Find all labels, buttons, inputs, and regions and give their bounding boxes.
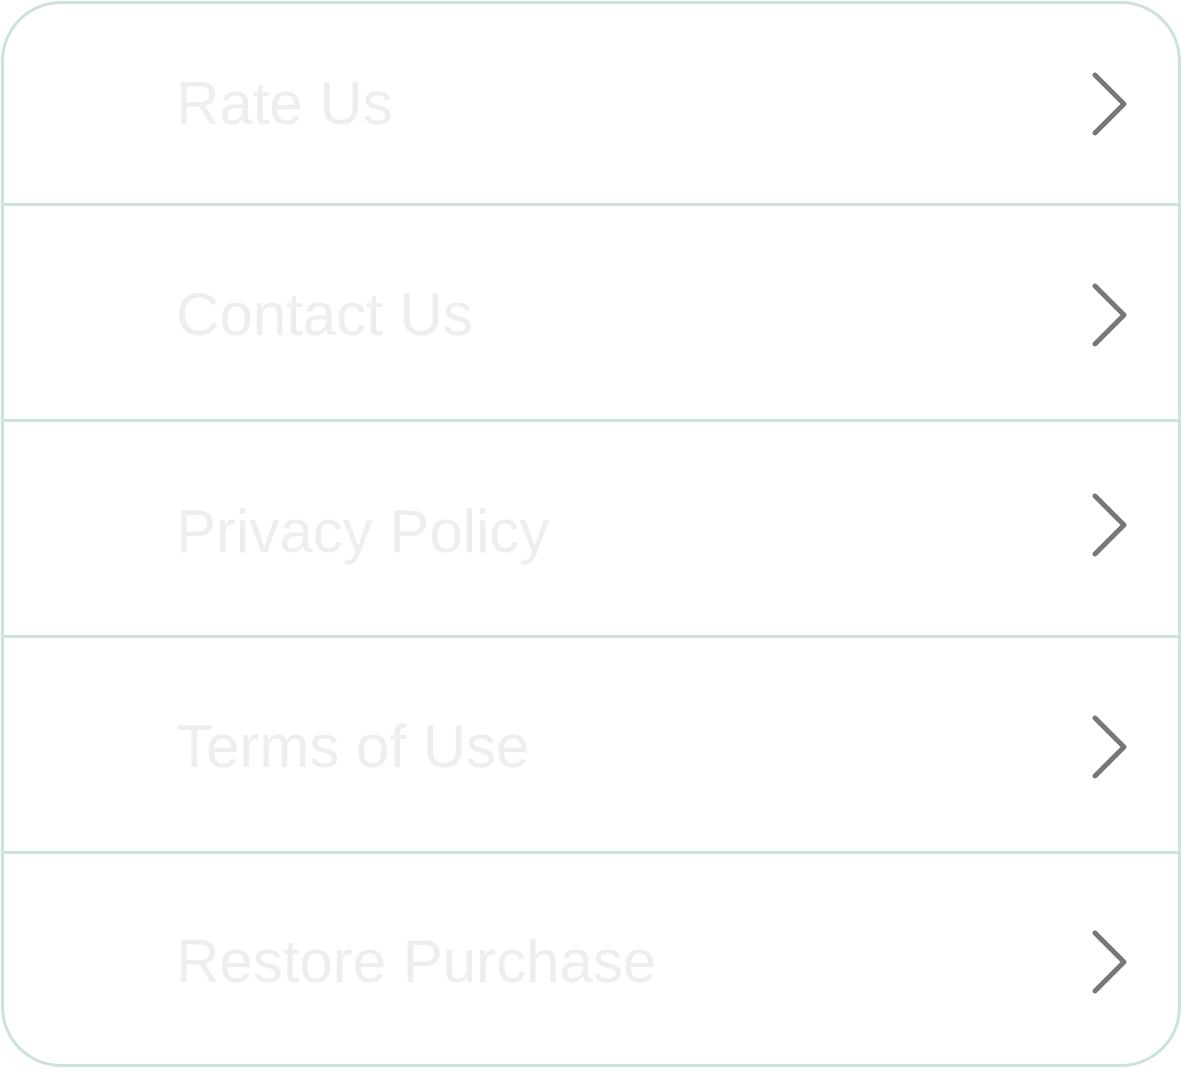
list-item-privacy-policy[interactable]: Privacy Policy — [4, 422, 1178, 636]
chevron-right-icon — [1090, 930, 1130, 994]
list-item-label: Privacy Policy — [176, 498, 550, 565]
chevron-right-icon — [1090, 715, 1130, 779]
chevron-right-icon — [1090, 283, 1130, 347]
list-item-label: Terms of Use — [176, 713, 530, 780]
settings-list: Rate Us Contact Us Privacy Policy Terms … — [1, 1, 1181, 1067]
list-item-restore-purchase[interactable]: Restore Purchase — [4, 854, 1178, 1064]
list-item-terms-of-use[interactable]: Terms of Use — [4, 638, 1178, 852]
list-item-contact-us[interactable]: Contact Us — [4, 206, 1178, 420]
list-item-label: Rate Us — [176, 70, 393, 137]
list-item-rate-us[interactable]: Rate Us — [4, 4, 1178, 204]
list-item-label: Restore Purchase — [176, 928, 657, 995]
list-item-label: Contact Us — [176, 281, 473, 348]
chevron-right-icon — [1090, 493, 1130, 557]
chevron-right-icon — [1090, 72, 1130, 136]
